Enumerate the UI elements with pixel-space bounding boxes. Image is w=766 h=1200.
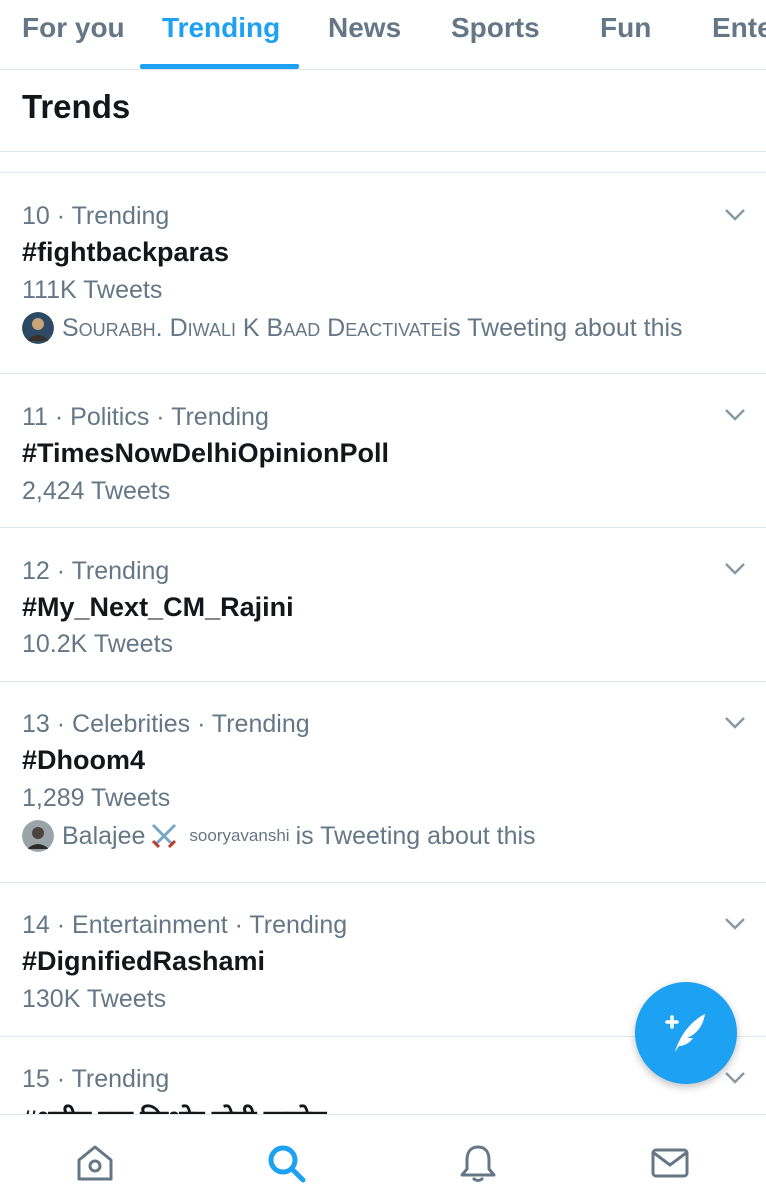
trend-meta: 14 · Entertainment · Trending — [22, 911, 348, 939]
tab-for-you[interactable]: For you — [22, 0, 125, 69]
trend-tweet-count: 130K Tweets — [22, 985, 167, 1013]
tweeting-about: Sourabh. Diwali K Baad Deactivate is Twe… — [22, 312, 683, 344]
trend-hashtag[interactable]: #DignifiedRashami — [22, 946, 265, 977]
trend-item[interactable]: 11 · Politics · Trending #TimesNowDelhiO… — [0, 374, 766, 528]
active-tab-indicator — [140, 64, 299, 69]
trend-meta: 15 · Trending — [22, 1065, 170, 1093]
trend-tweet-count: 111K Tweets — [22, 276, 163, 304]
tab-trending[interactable]: Trending — [162, 0, 280, 69]
compose-tweet-button[interactable] — [635, 982, 737, 1084]
chevron-down-icon[interactable] — [724, 1071, 746, 1085]
home-icon[interactable] — [75, 1143, 115, 1183]
trends-header: Trends — [0, 70, 766, 152]
trend-hashtag[interactable]: #TimesNowDelhiOpinionPoll — [22, 438, 389, 469]
trend-hashtag[interactable]: #fightbackparas — [22, 237, 229, 268]
trend-tweet-count: 2,424 Tweets — [22, 477, 171, 505]
trend-hashtag[interactable]: #My_Next_CM_Rajini — [22, 592, 294, 623]
tweeting-user: Balajee — [62, 821, 146, 850]
trend-tweet-count: 10.2K Tweets — [22, 630, 174, 658]
chevron-down-icon[interactable] — [724, 408, 746, 422]
tab-news[interactable]: News — [328, 0, 401, 69]
trend-meta: 13 · Celebrities · Trending — [22, 710, 310, 738]
trend-hashtag[interactable]: #शहीद राम किशोर मोदी खारोग — [22, 1100, 326, 1114]
trend-hashtag[interactable]: #Dhoom4 — [22, 745, 145, 776]
bottom-navigation — [0, 1114, 766, 1200]
trend-meta: 12 · Trending — [22, 557, 170, 585]
tweeting-suffix: is Tweeting about this — [442, 313, 683, 342]
tweeting-user-suffix: sooryavanshi — [189, 826, 290, 845]
trend-meta: 11 · Politics · Trending — [22, 403, 269, 431]
chevron-down-icon[interactable] — [724, 208, 746, 222]
tab-fun[interactable]: Fun — [600, 0, 651, 69]
trend-meta: 10 · Trending — [22, 202, 170, 230]
tab-entertainment[interactable]: Ente — [712, 0, 766, 69]
trend-item[interactable]: 10 · Trending #fightbackparas 111K Tweet… — [0, 174, 766, 374]
chevron-down-icon[interactable] — [724, 562, 746, 576]
tweeting-about: Balajee sooryavanshi is Tweeting about t… — [22, 820, 536, 852]
chevron-down-icon[interactable] — [724, 917, 746, 931]
section-title: Trends — [22, 88, 131, 125]
compose-tweet-icon — [665, 1014, 705, 1052]
trend-item[interactable]: 12 · Trending #My_Next_CM_Rajini 10.2K T… — [0, 528, 766, 682]
tweeting-suffix: is Tweeting about this — [295, 821, 536, 850]
section-divider — [0, 152, 766, 173]
trend-tweet-count: 1,289 Tweets — [22, 784, 171, 812]
bell-icon[interactable] — [458, 1143, 498, 1183]
chevron-down-icon[interactable] — [724, 716, 746, 730]
top-tab-bar: For you Trending News Sports Fun Ente — [0, 0, 766, 70]
avatar — [22, 820, 54, 852]
tab-sports[interactable]: Sports — [451, 0, 540, 69]
crossed-swords-icon — [152, 823, 177, 849]
tweeting-user: Sourabh. Diwali K Baad Deactivate — [62, 313, 443, 342]
search-icon[interactable] — [266, 1143, 306, 1183]
avatar — [22, 312, 54, 344]
mail-icon[interactable] — [650, 1143, 690, 1183]
trend-item[interactable]: 13 · Celebrities · Trending #Dhoom4 1,28… — [0, 682, 766, 883]
